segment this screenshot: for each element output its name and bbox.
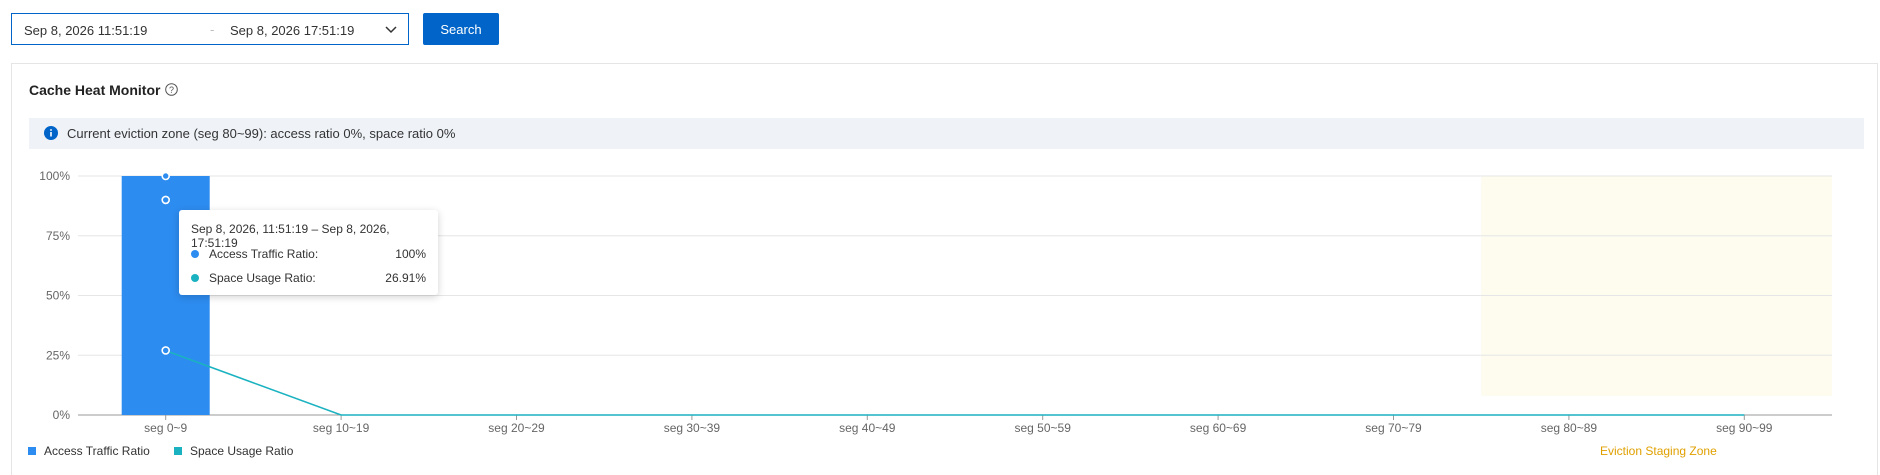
tooltip-label-space: Space Usage Ratio: bbox=[209, 271, 316, 285]
tooltip-row-space: Space Usage Ratio: 26.91% bbox=[191, 270, 426, 286]
x-tick-label: seg 30~39 bbox=[664, 421, 721, 435]
x-tick-label: seg 0~9 bbox=[144, 421, 187, 435]
data-point bbox=[161, 171, 170, 181]
tooltip-dot-space bbox=[191, 274, 199, 282]
x-tick-label: seg 60~69 bbox=[1190, 421, 1247, 435]
x-tick-label: seg 40~49 bbox=[839, 421, 896, 435]
x-tick-label: seg 20~29 bbox=[488, 421, 545, 435]
x-tick-label: seg 80~89 bbox=[1541, 421, 1598, 435]
eviction-zone-label: Eviction Staging Zone bbox=[1600, 444, 1717, 458]
y-tick-label: 100% bbox=[39, 169, 70, 183]
tooltip-dot-access bbox=[191, 250, 199, 258]
legend-label-access: Access Traffic Ratio bbox=[44, 444, 150, 458]
y-tick-label: 75% bbox=[46, 229, 70, 243]
tooltip-label-access: Access Traffic Ratio: bbox=[209, 247, 319, 261]
legend-label-space: Space Usage Ratio bbox=[190, 444, 294, 458]
legend-swatch-space bbox=[174, 447, 182, 455]
data-point bbox=[161, 346, 170, 355]
y-tick-label: 0% bbox=[53, 408, 71, 422]
tooltip-value-space: 26.91% bbox=[385, 271, 426, 285]
x-tick-label: seg 50~59 bbox=[1015, 421, 1072, 435]
chart-tooltip: Sep 8, 2026, 11:51:19 – Sep 8, 2026, 17:… bbox=[179, 210, 438, 295]
x-tick-label: seg 70~79 bbox=[1365, 421, 1422, 435]
legend-swatch-access bbox=[28, 447, 36, 455]
x-tick-label: seg 10~19 bbox=[313, 421, 370, 435]
y-tick-label: 25% bbox=[46, 348, 70, 362]
tooltip-row-access: Access Traffic Ratio: 100% bbox=[191, 246, 426, 262]
tooltip-value-access: 100% bbox=[395, 247, 426, 261]
x-tick-label: seg 90~99 bbox=[1716, 421, 1773, 435]
y-tick-label: 50% bbox=[46, 289, 70, 303]
eviction-zone-band bbox=[1481, 176, 1832, 396]
data-point bbox=[161, 195, 170, 205]
